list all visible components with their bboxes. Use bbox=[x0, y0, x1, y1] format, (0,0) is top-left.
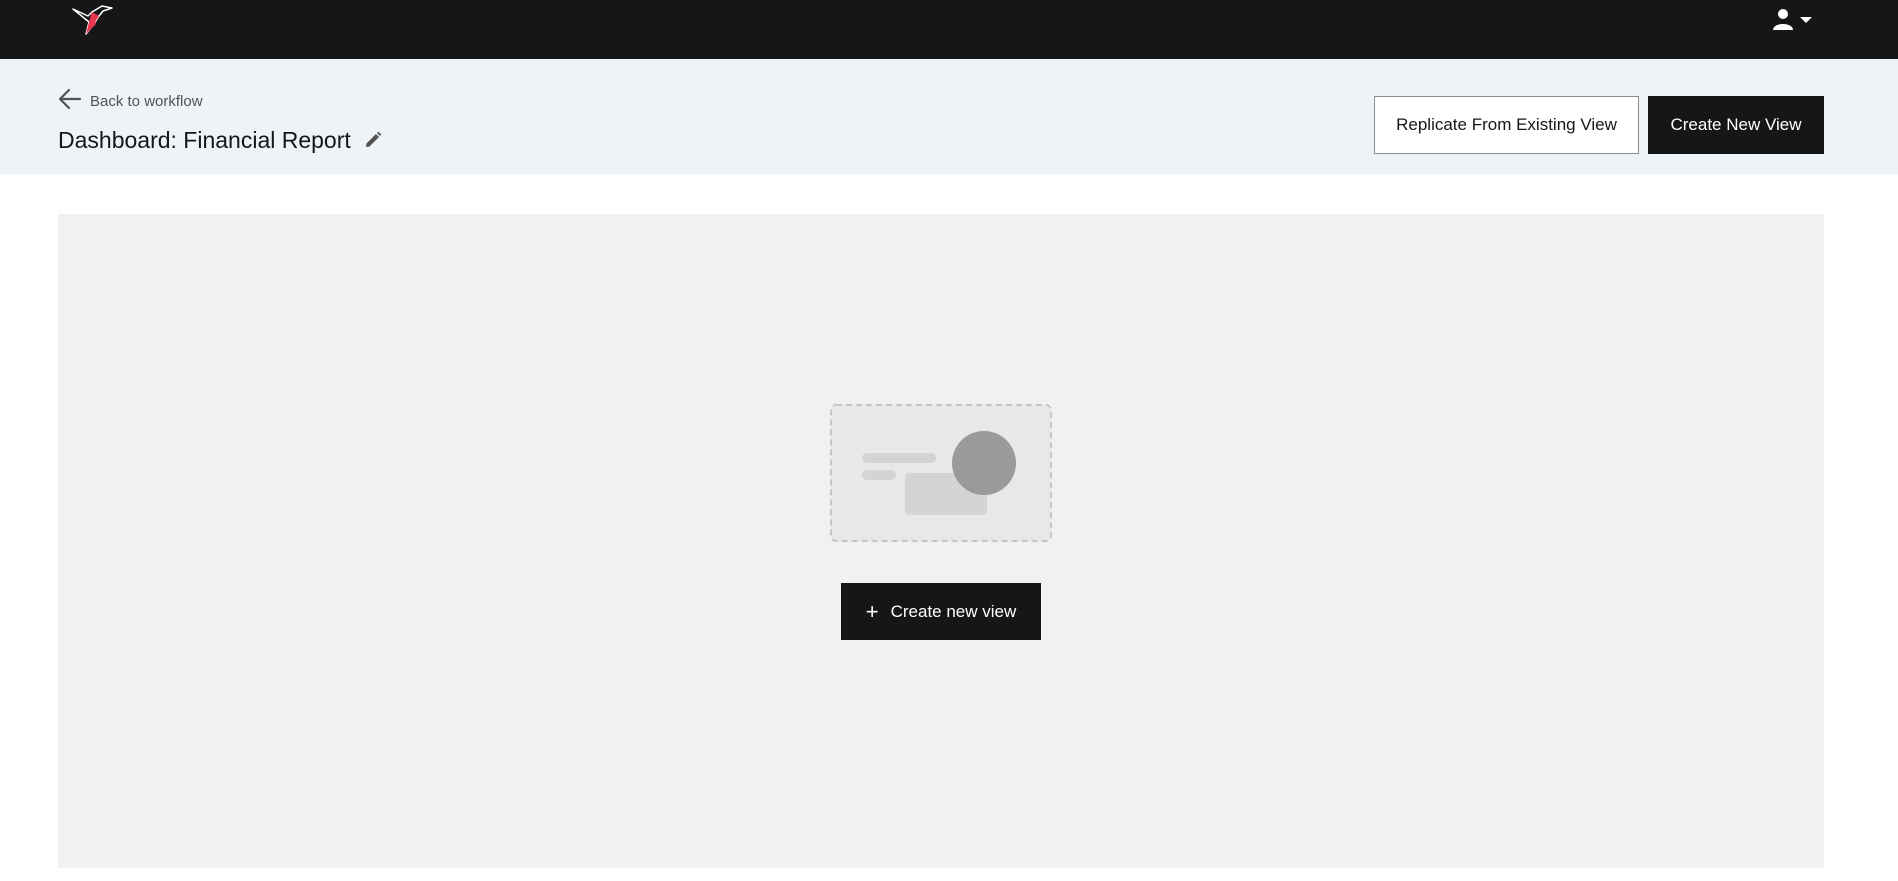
pencil-icon[interactable] bbox=[363, 130, 383, 150]
create-new-view-button[interactable]: Create New View bbox=[1648, 96, 1824, 154]
top-navigation-bar bbox=[0, 0, 1898, 59]
back-link-label: Back to workflow bbox=[90, 92, 203, 110]
views-content-area: + Create new view bbox=[58, 214, 1824, 868]
title-row: Dashboard: Financial Report bbox=[58, 124, 383, 156]
back-to-workflow-link[interactable]: Back to workflow bbox=[58, 88, 203, 114]
user-menu[interactable] bbox=[1771, 6, 1819, 36]
create-new-view-empty-state-button[interactable]: + Create new view bbox=[841, 583, 1041, 640]
hummingbird-logo-icon[interactable] bbox=[72, 4, 114, 38]
replicate-from-existing-view-button[interactable]: Replicate From Existing View bbox=[1374, 96, 1639, 154]
plus-icon: + bbox=[865, 598, 879, 624]
user-icon bbox=[1771, 7, 1795, 36]
create-new-view-label: Create new view bbox=[890, 601, 1017, 621]
arrow-left-icon bbox=[58, 88, 82, 114]
empty-view-illustration bbox=[830, 404, 1052, 542]
caret-down-icon bbox=[1799, 12, 1813, 30]
page-title: Dashboard: Financial Report bbox=[58, 126, 351, 153]
